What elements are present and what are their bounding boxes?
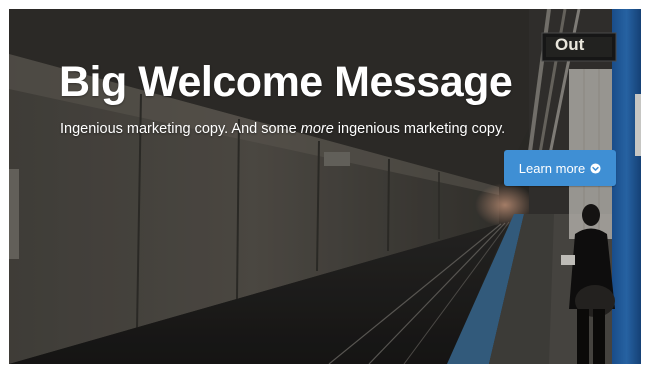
- hero-copy-emphasis: more: [300, 121, 334, 137]
- learn-more-label: Learn more: [518, 160, 586, 176]
- learn-more-button[interactable]: Learn more: [504, 150, 616, 186]
- hero-copy-lead: Ingenious marketing copy. And some: [60, 121, 301, 137]
- out-sign-text: Out: [555, 35, 585, 54]
- hero-copy-tail: ingenious marketing copy.: [333, 121, 506, 137]
- chevron-circle-down-icon: [590, 162, 601, 174]
- hero-jumbotron: Out Big Welcome Message Ingenious market…: [9, 9, 641, 364]
- hero-title: Big Welcome Message: [59, 58, 513, 106]
- hero-marketing-copy: Ingenious marketing copy. And some more …: [60, 121, 505, 138]
